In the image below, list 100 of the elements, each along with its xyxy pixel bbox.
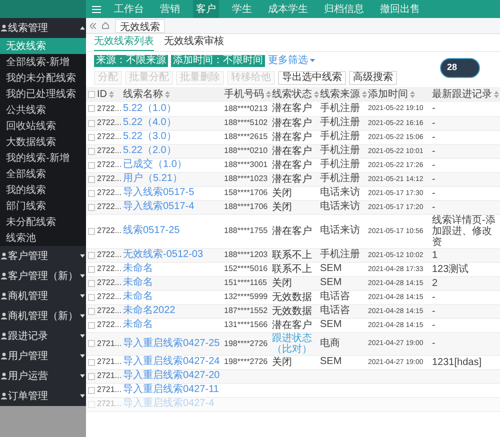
lead-name-link[interactable]: 5.22（1.0） xyxy=(123,102,176,114)
sidebar-item[interactable]: 全部线索-新增 xyxy=(0,54,86,70)
filter-tag[interactable]: 添加时间：不限时间 xyxy=(171,54,265,66)
table-cell: 潜在客户 xyxy=(272,132,312,142)
table-cell: 2722... xyxy=(97,118,122,127)
checkbox[interactable] xyxy=(88,190,94,196)
sidebar-group[interactable]: 线索管理 xyxy=(0,18,86,38)
nav-tab[interactable]: 工作台 xyxy=(111,0,147,18)
sidebar-group[interactable]: 订单管理 xyxy=(0,386,86,406)
sort-icon[interactable] xyxy=(266,91,271,98)
table-cell: 2721... xyxy=(97,385,122,394)
nav-tab[interactable]: 撤回出售 xyxy=(377,0,423,18)
sidebar-group[interactable]: 用户运营 xyxy=(0,366,86,386)
table-cell: SEM xyxy=(320,277,342,288)
table-cell: 手机注册 xyxy=(320,249,360,260)
checkbox[interactable] xyxy=(88,322,94,328)
sidebar-group[interactable]: 商机管理（新） xyxy=(0,306,86,326)
lead-name-link[interactable]: 已成交（1.0） xyxy=(123,159,187,170)
lead-name-link[interactable]: 未命名 xyxy=(123,291,153,302)
sidebar-item[interactable]: 公共线索 xyxy=(0,102,86,118)
table-cell: 手机注册 xyxy=(320,131,360,142)
lead-name-link[interactable]: 导入线索0517-4 xyxy=(123,201,194,212)
checkbox[interactable] xyxy=(88,252,94,258)
checkbox[interactable] xyxy=(88,228,94,234)
lead-name-link[interactable]: 5.22（3.0） xyxy=(123,131,176,142)
table-cell: 2722... xyxy=(97,226,122,235)
sort-icon[interactable] xyxy=(109,91,114,98)
nav-tab[interactable]: 学生 xyxy=(229,0,255,18)
checkbox[interactable] xyxy=(88,294,94,300)
checkbox[interactable] xyxy=(88,308,94,314)
checkbox[interactable] xyxy=(88,105,94,112)
sort-icon[interactable] xyxy=(314,91,319,98)
sidebar-item[interactable]: 无效线索 xyxy=(0,38,86,54)
sidebar-group[interactable]: 跟进记录 xyxy=(0,326,86,346)
table-cell: 188****1755 xyxy=(224,226,268,235)
nav-tab[interactable]: 归档信息 xyxy=(321,0,367,18)
user-icon xyxy=(1,392,7,400)
sidebar-item[interactable]: 回收站线索 xyxy=(0,118,86,134)
sidebar-group[interactable]: 用户管理 xyxy=(0,346,86,366)
nav-tab[interactable]: 客户 xyxy=(193,0,219,18)
checkbox[interactable] xyxy=(88,340,94,347)
sidebar-item[interactable]: 我的线索 xyxy=(0,182,86,198)
floating-widget[interactable]: 28 xyxy=(440,58,480,78)
more-filters-link[interactable]: 更多筛选 xyxy=(268,53,315,68)
sort-icon[interactable] xyxy=(410,91,415,98)
lead-name-link[interactable]: 导入重启线索0427-24 xyxy=(123,356,220,367)
sub-tab[interactable]: 无效线索审核 xyxy=(164,35,224,51)
filter-tag[interactable]: 来源：不限来源 xyxy=(94,54,168,66)
nav-tab[interactable]: 营销 xyxy=(157,0,183,18)
checkbox[interactable] xyxy=(88,162,94,168)
back-icon[interactable] xyxy=(90,22,96,28)
sidebar-item[interactable]: 部门线索 xyxy=(0,198,86,214)
sub-tab[interactable]: 无效线索列表 xyxy=(94,35,154,51)
lead-name-link[interactable]: 线索0517-25 xyxy=(123,225,180,236)
lead-name-link[interactable]: 导入重启线索0427-20 xyxy=(123,370,220,381)
sidebar-group[interactable]: 商机管理 xyxy=(0,286,86,306)
sidebar-item[interactable]: 我的未分配线索 xyxy=(0,70,86,86)
checkbox[interactable] xyxy=(88,91,94,98)
sidebar-item[interactable]: 我的线索-新增 xyxy=(0,150,86,166)
lead-name-link[interactable]: 导入重启线索0427-11 xyxy=(123,384,219,395)
table-cell: 198****2726 xyxy=(224,338,268,348)
checkbox[interactable] xyxy=(88,204,94,210)
sidebar-group[interactable]: 客户管理 xyxy=(0,246,86,266)
sidebar-item[interactable]: 未分配线索 xyxy=(0,214,86,230)
checkbox[interactable] xyxy=(88,266,94,272)
checkbox[interactable] xyxy=(88,358,94,366)
sidebar-item[interactable]: 我的已处理线索 xyxy=(0,86,86,102)
lead-name-link[interactable]: 导入重启线索0427-25 xyxy=(123,338,220,348)
page-tab[interactable]: 无效线索 xyxy=(115,18,165,32)
checkbox[interactable] xyxy=(88,176,94,182)
checkbox[interactable] xyxy=(88,120,94,126)
menu-icon[interactable] xyxy=(92,6,101,12)
lead-name-link[interactable]: 导入线索0517-5 xyxy=(123,187,194,198)
lead-name-link[interactable]: 未命名 xyxy=(123,263,153,274)
sort-icon[interactable] xyxy=(165,91,170,98)
checkbox[interactable] xyxy=(88,134,94,140)
sidebar-item[interactable]: 全部线索 xyxy=(0,166,86,182)
sort-icon[interactable] xyxy=(494,91,499,98)
nav-tab[interactable]: 成本学生 xyxy=(265,0,311,18)
lead-name-link[interactable]: 未命名 xyxy=(123,277,153,288)
lead-name-link[interactable]: 5.22（2.0） xyxy=(123,145,176,156)
sidebar-group[interactable]: 客户管理（新） xyxy=(0,266,86,286)
table-cell: 188****1706 xyxy=(224,202,268,211)
lead-name-link[interactable]: 5.22（4.0） xyxy=(123,117,176,128)
lead-name-link[interactable]: 用户（5.21） xyxy=(123,173,182,184)
action-button[interactable]: 高级搜索 xyxy=(349,71,397,85)
checkbox[interactable] xyxy=(88,372,94,380)
checkbox[interactable] xyxy=(88,148,94,154)
sort-icon[interactable] xyxy=(362,91,367,98)
checkbox[interactable] xyxy=(88,386,94,394)
sidebar-item[interactable]: 线索池 xyxy=(0,230,86,246)
lead-name-link[interactable]: 无效线索-0512-03 xyxy=(123,249,204,260)
status-link[interactable]: 跟进状态（比对） xyxy=(272,332,318,354)
checkbox[interactable] xyxy=(88,280,94,286)
lead-name-link[interactable]: 未命名 xyxy=(123,319,153,330)
table-cell: - xyxy=(432,174,436,184)
sidebar-item[interactable]: 大数据线索 xyxy=(0,134,86,150)
action-button[interactable]: 导出选中线索 xyxy=(278,71,346,85)
home-icon[interactable] xyxy=(102,22,109,29)
lead-name-link[interactable]: 未命名2022 xyxy=(123,305,176,316)
